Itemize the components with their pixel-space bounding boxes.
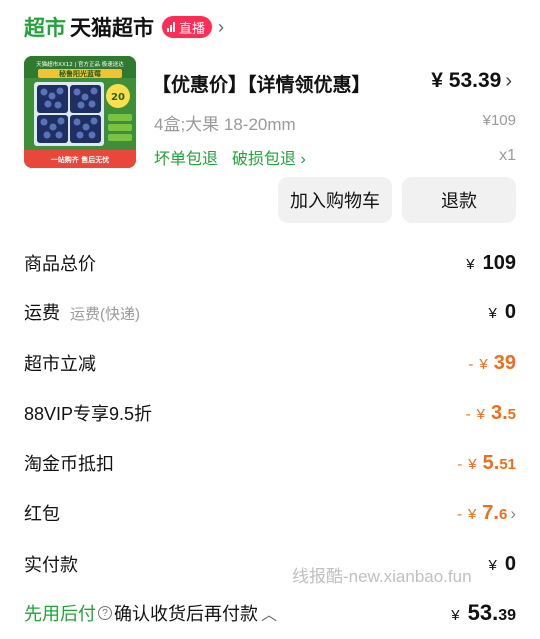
fee-value: - ¥3. 5	[465, 401, 516, 424]
quantity: x1	[499, 147, 516, 164]
chevron-right-icon: ›	[505, 70, 512, 92]
chevron-right-icon: ›	[218, 16, 225, 37]
fee-label: 88VIP专享9.5折	[24, 404, 153, 424]
product-price[interactable]: ¥ 53.39 ›	[431, 69, 512, 93]
store-header[interactable]: 超市 天猫超市 直播 ›	[24, 12, 224, 42]
fee-value: ¥0	[488, 552, 516, 575]
service-tag-bad-item: 坏单包退	[154, 151, 219, 168]
image-badge: 20	[111, 92, 125, 103]
fee-value: ¥109	[466, 251, 516, 274]
fee-label: 超市立减	[24, 354, 96, 374]
live-bars-icon	[167, 22, 175, 32]
chevron-right-icon: ›	[510, 503, 516, 523]
bnpl-info[interactable]: 先用后付 ? 确认收货后再付款 ︿	[24, 600, 277, 626]
live-badge[interactable]: 直播	[162, 16, 213, 38]
add-to-cart-button[interactable]: 加入购物车	[278, 177, 392, 223]
fee-value: ¥0	[488, 300, 516, 323]
fee-value: - ¥39	[468, 351, 516, 374]
bnpl-confirm-text: 确认收货后再付款	[114, 604, 258, 624]
bnpl-label: 先用后付	[24, 604, 96, 624]
live-label: 直播	[179, 20, 206, 36]
fee-row-subtotal: 商品总价 ¥109	[24, 248, 516, 278]
fee-label: 淘金币抵扣	[24, 454, 114, 474]
product-title[interactable]: 【优惠价】【详情领优惠】	[152, 70, 371, 97]
service-tags[interactable]: 坏单包退 破损包退 ›	[154, 145, 306, 169]
image-caption-mid: 秘鲁阳光蓝莓	[59, 69, 101, 78]
fee-value: - ¥5. 51	[457, 451, 516, 474]
help-icon[interactable]: ?	[98, 606, 112, 620]
fee-row-88vip: 88VIP专享9.5折 - ¥3. 5	[24, 398, 516, 428]
fee-row-supermarket-discount: 超市立减 - ¥39	[24, 348, 516, 378]
store-brand: 超市	[24, 17, 66, 40]
fee-row-red-packet[interactable]: 红包 - ¥7. 6 ›	[24, 498, 516, 528]
product-price-value: ¥ 53.39	[431, 69, 502, 92]
original-price: ¥109	[482, 112, 516, 129]
store-name: 天猫超市	[70, 17, 154, 40]
fee-row-taojinbi: 淘金币抵扣 - ¥5. 51	[24, 448, 516, 478]
chevron-up-icon[interactable]: ︿	[261, 601, 277, 625]
service-tag-damage[interactable]: 破损包退 ›	[232, 145, 306, 169]
image-caption-top: 天猫超市XX12 | 官方正品 极速送达	[36, 60, 124, 68]
refund-button[interactable]: 退款	[402, 177, 516, 223]
fee-sublabel: 运费(快递)	[70, 306, 140, 323]
product-image[interactable]: 天猫超市XX12 | 官方正品 极速送达 秘鲁阳光蓝莓 20 一站购齐 售后无忧	[24, 56, 136, 168]
fee-label: 运费 运费(快递)	[24, 303, 140, 323]
fee-row-shipping: 运费 运费(快递) ¥0	[24, 297, 516, 327]
fee-label: 商品总价	[24, 254, 96, 274]
image-caption-bottom: 一站购齐 售后无忧	[51, 155, 109, 164]
product-spec: 4盒;大果 18-20mm	[154, 115, 296, 134]
payment-summary: 先用后付 ? 确认收货后再付款 ︿ ¥53. 39	[24, 598, 516, 628]
fee-label: 实付款	[24, 555, 78, 575]
fee-label: 红包	[24, 504, 60, 524]
fee-value[interactable]: - ¥7. 6 ›	[457, 502, 516, 525]
watermark: 线报酷-new.xianbao.fun	[292, 567, 472, 586]
total-amount: ¥53. 39	[451, 600, 516, 625]
